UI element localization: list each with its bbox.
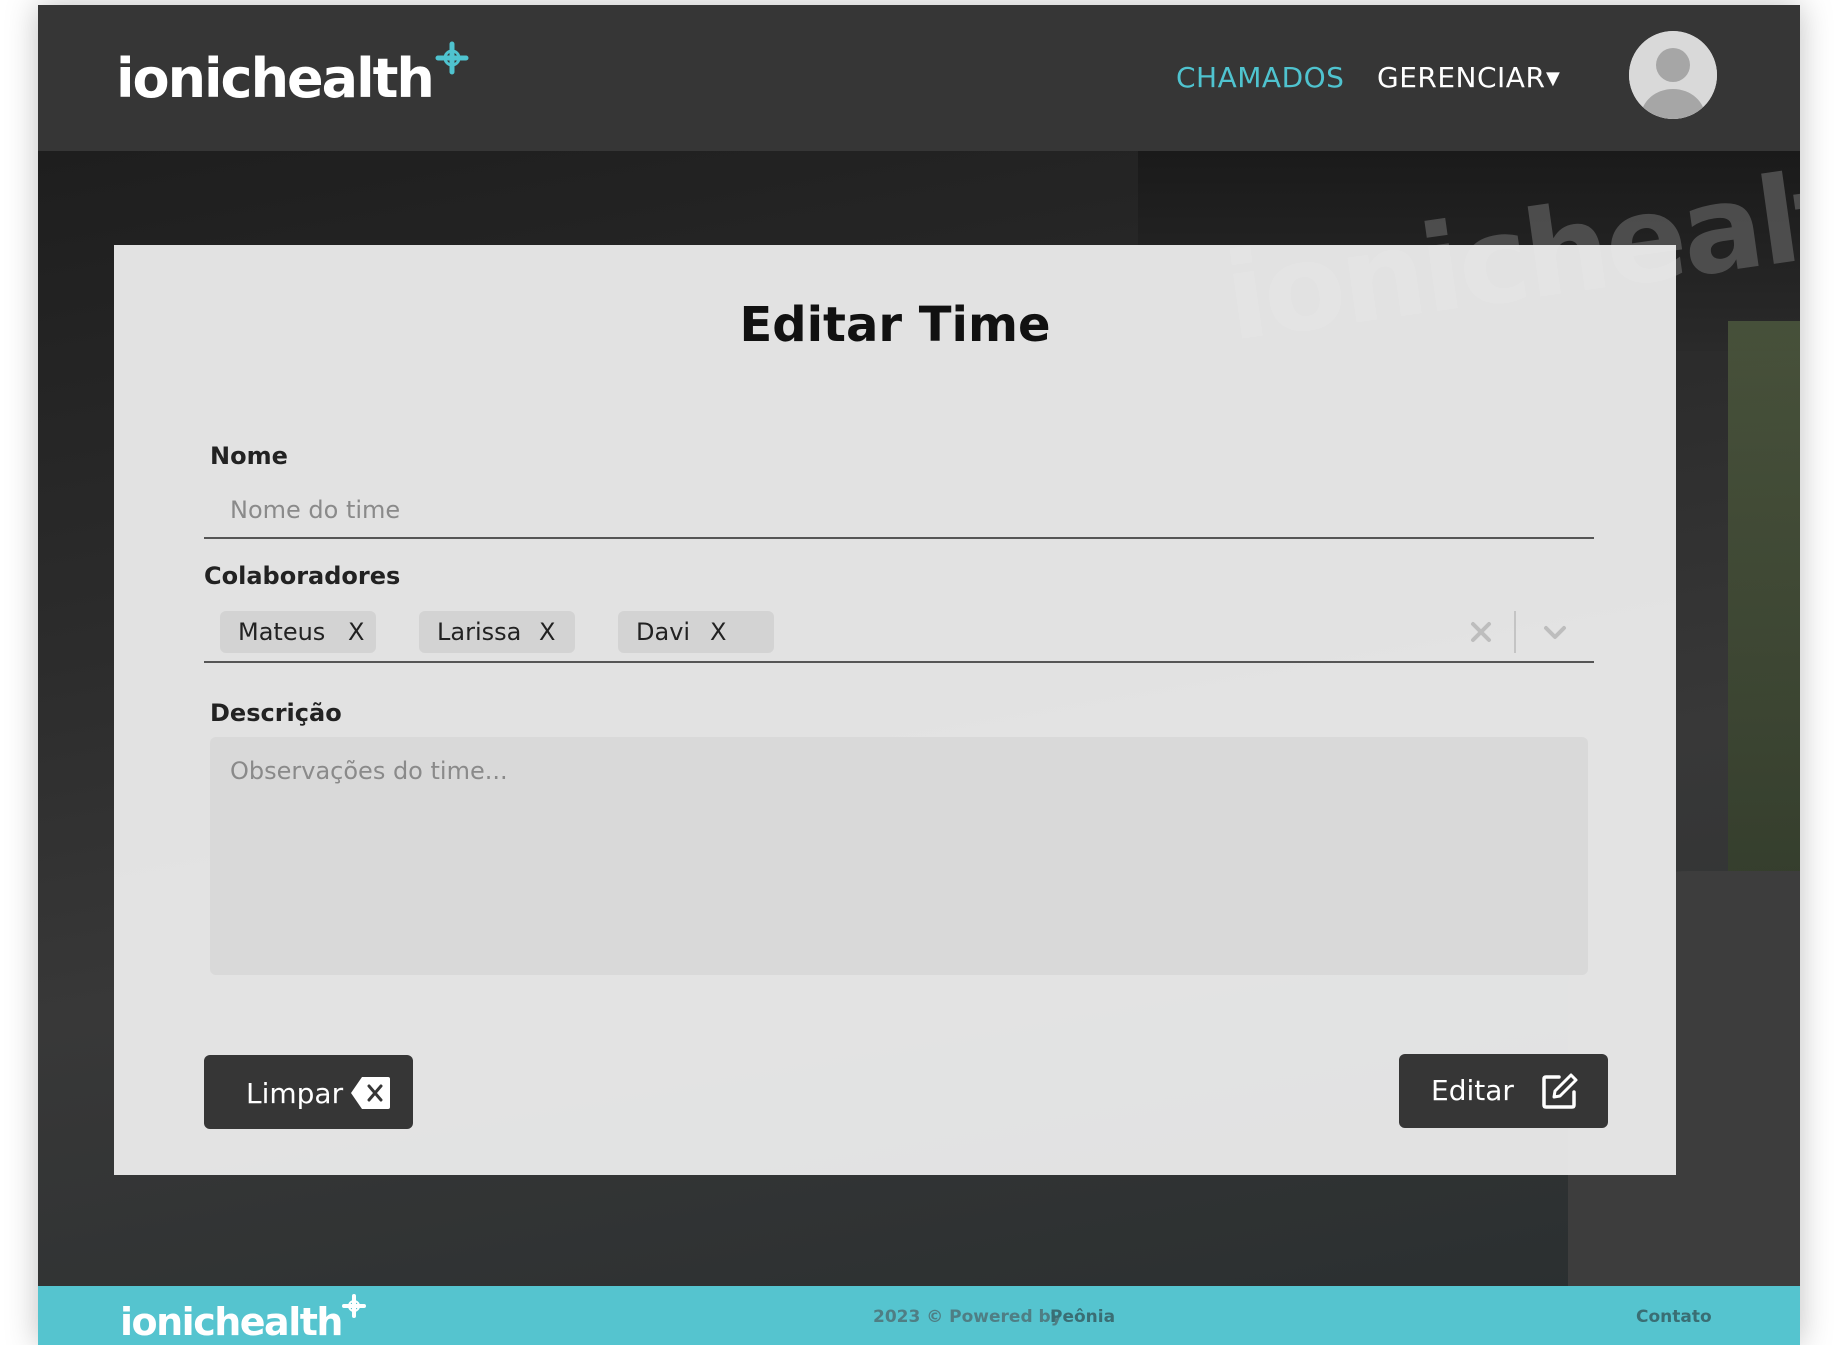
ionichealth-logo[interactable]: ionichealth <box>116 41 469 110</box>
edit-icon <box>1542 1073 1578 1109</box>
close-icon[interactable] <box>1462 613 1500 651</box>
footer-powered-by: 2023 © Powered by <box>873 1307 1062 1327</box>
descricao-label: Descrição <box>210 699 342 727</box>
colaboradores-label: Colaboradores <box>204 562 401 590</box>
footer-logo[interactable]: ionichealth <box>120 1294 366 1344</box>
logo-plus-icon <box>341 1294 366 1318</box>
collaborator-chip: Davi X <box>618 611 774 653</box>
collaborator-chip: Larissa X <box>419 611 575 653</box>
logo-plus-icon <box>435 41 469 75</box>
chip-label: Davi <box>636 618 691 646</box>
user-avatar-icon <box>1629 31 1717 119</box>
page-title: Editar Time <box>739 297 1051 353</box>
app-window: ionichealth CHAMADOS GERENCIAR ▼ ioniche… <box>38 5 1800 1345</box>
logo-text: ionichealth <box>116 47 435 110</box>
select-divider <box>1514 611 1516 653</box>
user-avatar[interactable] <box>1629 31 1717 119</box>
footer-logo-text: ionichealth <box>120 1300 343 1344</box>
chip-label: Mateus <box>238 618 326 646</box>
chip-remove-button[interactable]: X <box>539 611 555 653</box>
backspace-icon <box>351 1077 390 1109</box>
edit-team-card: Editar Time Nome Colaboradores Mateus X … <box>114 245 1676 1175</box>
chip-remove-button[interactable]: X <box>710 611 726 653</box>
footer-contato-link[interactable]: Contato <box>1636 1306 1712 1328</box>
nome-input[interactable] <box>204 483 1594 539</box>
chip-label: Larissa <box>437 618 522 646</box>
chevron-down-icon[interactable] <box>1536 613 1574 651</box>
nav-chamados-link[interactable]: CHAMADOS <box>1176 61 1344 95</box>
footer: ionichealth 2023 © Powered by Peônia Con… <box>38 1286 1800 1345</box>
nav-gerenciar-menu[interactable]: GERENCIAR <box>1377 61 1545 95</box>
colaboradores-select[interactable]: Mateus X Larissa X Davi X <box>204 601 1594 663</box>
chip-remove-button[interactable]: X <box>348 611 364 653</box>
editar-button[interactable]: Editar <box>1399 1054 1608 1128</box>
top-navbar: ionichealth CHAMADOS GERENCIAR ▼ <box>38 5 1800 151</box>
editar-button-label: Editar <box>1431 1074 1514 1107</box>
limpar-button[interactable]: Limpar <box>204 1055 413 1129</box>
collaborator-chip: Mateus X <box>220 611 376 653</box>
nome-label: Nome <box>210 442 288 470</box>
limpar-button-label: Limpar <box>246 1077 344 1110</box>
descricao-textarea[interactable] <box>210 737 1588 975</box>
footer-peonia-link[interactable]: Peônia <box>1050 1306 1115 1328</box>
caret-down-icon[interactable]: ▼ <box>1546 65 1560 93</box>
